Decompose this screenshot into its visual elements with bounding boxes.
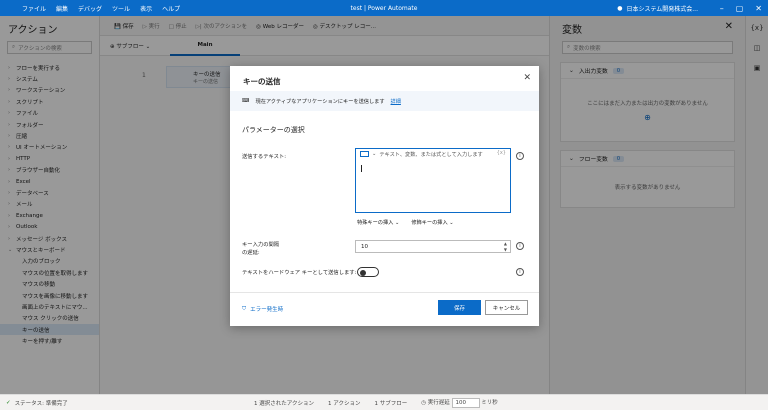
subflow-count: 1 サブフロー: [374, 400, 408, 407]
menu-file[interactable]: ファイル: [22, 4, 46, 13]
close-icon[interactable]: ✕: [523, 73, 531, 83]
title-bar: ファイル 編集 デバッグ ツール 表示 ヘルプ test | Power Aut…: [0, 0, 768, 16]
parameters-title: パラメーターの選択: [242, 126, 305, 134]
menu-view[interactable]: 表示: [140, 4, 152, 13]
menu-help[interactable]: ヘルプ: [162, 4, 180, 13]
send-keys-dialog: キーの送信 ✕ ⌨ 現在アクティブなアプリケーションにキーを送信します 詳細 パ…: [230, 66, 539, 326]
info-icon[interactable]: i: [516, 152, 524, 160]
dialog-footer-divider: [230, 292, 539, 293]
text-input-placeholder: テキスト、変数、または式として入力します: [379, 151, 483, 158]
info-icon[interactable]: i: [516, 268, 524, 276]
hardware-keys-label: テキストをハードウェア キーとして送信します:: [242, 270, 357, 276]
toggle-knob: [360, 269, 366, 276]
maximize-icon[interactable]: ▢: [736, 4, 744, 13]
user-account[interactable]: ● 日本システム開発株式会...: [617, 4, 698, 13]
run-delay: ◷ 実行遅延 100 ミリ秒: [421, 397, 498, 408]
status-counts: 1 選択されたアクション 1 アクション 1 サブフロー ◷ 実行遅延 100 …: [254, 397, 498, 408]
on-error-button[interactable]: ⛉ エラー発生時: [242, 305, 283, 314]
close-window-icon[interactable]: ✕: [755, 4, 762, 13]
text-input-header: ⌄ テキスト、変数、または式として入力します: [356, 149, 510, 159]
shield-icon: ⛉: [242, 305, 247, 312]
insert-modifier-key-button[interactable]: 修飾キーの挿入 ⌄: [411, 219, 453, 226]
selected-count: 1 選択されたアクション: [254, 400, 314, 407]
status-state: ✓ ステータス: 準備完了: [6, 399, 68, 407]
run-delay-input[interactable]: 100: [451, 397, 480, 408]
clock-icon: ◷: [421, 399, 427, 406]
user-name: 日本システム開発株式会...: [626, 5, 698, 13]
cancel-button[interactable]: キャンセル: [485, 300, 528, 315]
text-to-send-label: 送信するテキスト:: [242, 154, 287, 160]
text-to-send-input[interactable]: ⌄ テキスト、変数、または式として入力します {x}: [355, 148, 511, 213]
keyboard-icon: ⌨: [242, 98, 250, 104]
key-delay-label: キー入力の間隔 の遅延:: [242, 242, 280, 256]
insert-special-key-button[interactable]: 特殊キーの挿入 ⌄: [357, 219, 399, 226]
keyboard-icon[interactable]: [360, 151, 369, 157]
hardware-keys-toggle[interactable]: [357, 267, 379, 277]
check-icon: ✓: [6, 399, 11, 406]
action-count: 1 アクション: [327, 400, 361, 407]
save-button[interactable]: 保存: [438, 300, 481, 315]
minimize-icon[interactable]: –: [720, 4, 724, 13]
chevron-down-icon[interactable]: ⌄: [372, 151, 376, 157]
text-caret: [361, 165, 362, 172]
variable-picker-icon[interactable]: {x}: [497, 150, 506, 156]
menu-bar: ファイル 編集 デバッグ ツール 表示 ヘルプ: [22, 4, 180, 13]
details-link[interactable]: 詳細: [391, 98, 401, 105]
menu-debug[interactable]: デバッグ: [78, 4, 102, 13]
key-delay-input[interactable]: 10 ▲ ▼: [355, 240, 511, 253]
window-controls: – ▢ ✕: [720, 4, 762, 13]
user-icon: ●: [617, 4, 623, 12]
menu-tools[interactable]: ツール: [112, 4, 130, 13]
stepper-arrows[interactable]: ▲ ▼: [504, 241, 507, 252]
power-automate-window: ファイル 編集 デバッグ ツール 表示 ヘルプ test | Power Aut…: [0, 0, 768, 410]
key-insert-links: 特殊キーの挿入 ⌄ 修飾キーの挿入 ⌄: [357, 219, 454, 226]
info-icon[interactable]: i: [516, 242, 524, 250]
dialog-description: ⌨ 現在アクティブなアプリケーションにキーを送信します 詳細: [230, 91, 539, 111]
menu-edit[interactable]: 編集: [56, 4, 68, 13]
dialog-title: キーの送信: [243, 77, 281, 86]
status-bar: ✓ ステータス: 準備完了 1 選択されたアクション 1 アクション 1 サブフ…: [0, 394, 768, 410]
